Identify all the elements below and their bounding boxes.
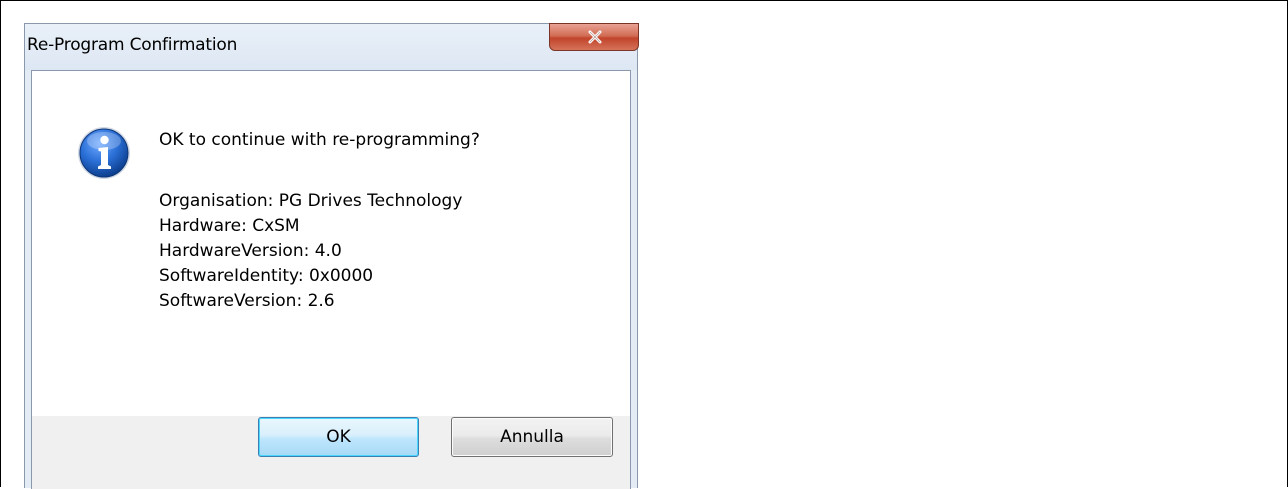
detail-organisation: Organisation: PG Drives Technology	[159, 191, 463, 211]
details-list: Organisation: PG Drives Technology Hardw…	[159, 189, 462, 314]
close-button[interactable]	[549, 23, 639, 51]
detail-hardware: Hardware: CxSM	[159, 216, 300, 236]
dialog-titlebar[interactable]: Re-Program Confirmation	[25, 23, 639, 70]
cancel-button[interactable]: Annulla	[451, 417, 613, 457]
detail-software-version: SoftwareVersion: 2.6	[159, 291, 335, 311]
dialog-title: Re-Program Confirmation	[27, 35, 238, 55]
detail-software-identity: SoftwareIdentity: 0x0000	[159, 266, 374, 286]
close-icon	[588, 30, 602, 44]
main-instruction: OK to continue with re-programming?	[159, 130, 480, 150]
reprogram-confirmation-dialog: Re-Program Confirmation OK to continue w…	[24, 23, 639, 489]
detail-hardware-version: HardwareVersion: 4.0	[159, 241, 342, 261]
ok-button[interactable]: OK	[258, 417, 419, 457]
information-icon	[78, 127, 130, 179]
dialog-content: OK to continue with re-programming? Orga…	[32, 71, 630, 416]
